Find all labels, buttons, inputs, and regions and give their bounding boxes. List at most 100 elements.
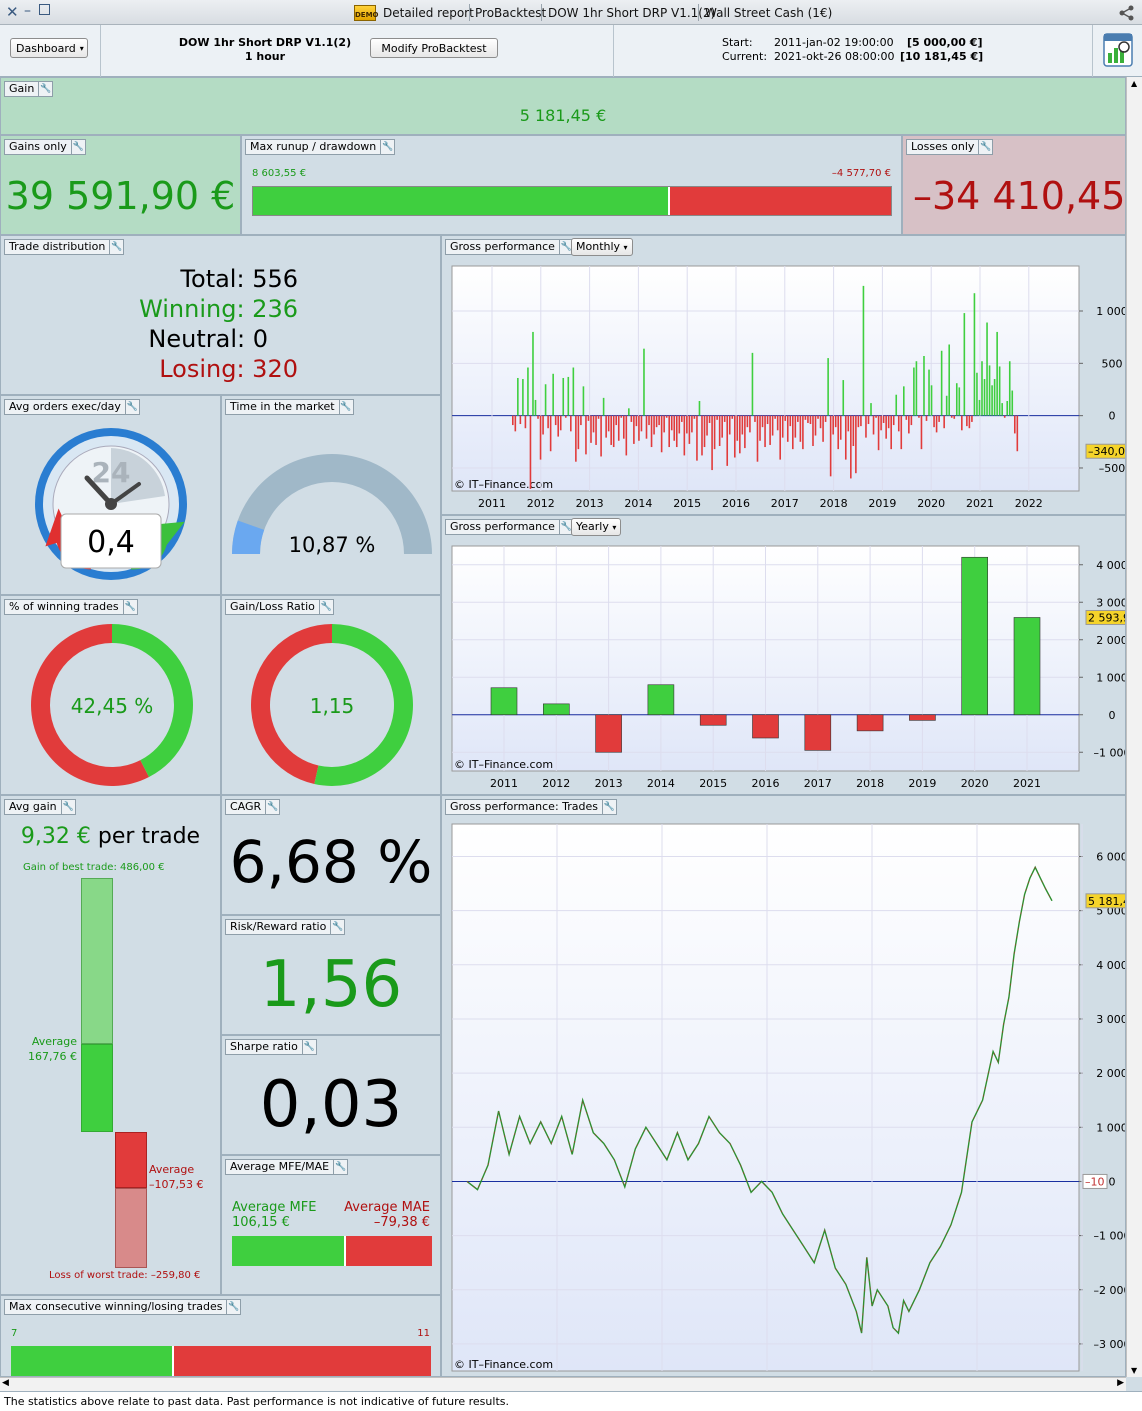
x-tick-label: 2018	[856, 777, 884, 790]
monthly-bar	[746, 415, 749, 428]
avg-orders-panel: Avg orders exec/day 🔧 24 0,4	[0, 395, 221, 595]
wrench-icon[interactable]: 🔧	[978, 140, 992, 154]
share-icon[interactable]	[1118, 4, 1136, 22]
monthly-bar	[663, 415, 665, 433]
monthly-bar	[860, 415, 862, 427]
monthly-bar	[665, 415, 668, 418]
monthly-bar	[678, 415, 681, 434]
cagr-panel: CAGR 🔧 6,68 %	[221, 795, 441, 915]
monthly-bar	[930, 385, 933, 416]
wrench-icon[interactable]: 🔧	[226, 1300, 240, 1314]
monthly-bar	[751, 352, 754, 416]
monthly-bar	[834, 415, 837, 428]
wrench-icon[interactable]: 🔧	[330, 920, 344, 934]
dashboard-dropdown[interactable]: Dashboard ▾	[10, 38, 88, 58]
monthly-bar	[517, 377, 519, 416]
last-value-tag: 2 593,9	[1085, 609, 1125, 625]
tab-probacktest[interactable]: ProBacktest	[475, 6, 546, 20]
monthly-bar	[900, 415, 903, 450]
monthly-bar	[582, 386, 585, 416]
wrench-icon[interactable]: 🔧	[122, 600, 137, 614]
tab-instrument[interactable]: Wall Street Cash (1€)	[705, 6, 832, 20]
monthly-bar	[645, 415, 648, 439]
x-tick-label: 2015	[673, 497, 701, 510]
horizontal-scrollbar[interactable]: ◀ ▶	[0, 1377, 1126, 1391]
monthly-bar	[958, 387, 961, 416]
report-icon[interactable]	[1103, 33, 1133, 67]
worst-trade-bar	[115, 1188, 147, 1268]
y-tick-label: –3 000	[1094, 1338, 1127, 1351]
gain-value: 5 181,45 €	[519, 106, 607, 125]
monthly-bar	[688, 415, 691, 444]
x-tick-label: 2013	[576, 497, 604, 510]
modify-probacktest-button[interactable]: Modify ProBacktest	[370, 38, 498, 58]
wrench-icon[interactable]: 🔧	[333, 1160, 347, 1174]
monthly-bar	[736, 415, 739, 441]
monthly-bar	[890, 415, 892, 450]
monthly-bar	[925, 415, 928, 421]
monthly-bar	[703, 415, 706, 448]
monthly-bar	[923, 356, 925, 416]
runup-drawdown-bar	[252, 186, 892, 216]
yearly-bar	[595, 714, 622, 753]
monthly-bar	[514, 415, 517, 432]
y-tick-label: 2 000	[1096, 634, 1126, 647]
monthly-bar	[895, 394, 898, 416]
monthly-bar	[592, 415, 595, 433]
trades-equity-chart: –3 000 –2 000 –1 000 0 1 000 2 000 3 000 4 000 5…	[451, 823, 1127, 1372]
mfe-label: Average MFE	[232, 1200, 317, 1215]
mae-label: Average MAE	[344, 1200, 430, 1215]
tab-detailed-report[interactable]: Detailed report	[383, 6, 474, 20]
yearly-bar	[909, 714, 936, 721]
wrench-icon[interactable]: 🔧	[301, 1040, 316, 1054]
x-tick-label: 2018	[820, 497, 848, 510]
mfe-mae-bar	[232, 1236, 432, 1266]
wrench-icon[interactable]: 🔧	[124, 400, 139, 414]
current-capital: [10 181,45 €]	[900, 50, 984, 63]
wrench-icon[interactable]: 🔧	[265, 800, 279, 814]
close-icon[interactable]: ✕	[6, 3, 19, 21]
plot-area	[451, 265, 1080, 492]
monthly-bar	[557, 415, 560, 437]
monthly-bar	[668, 415, 671, 448]
wrench-icon[interactable]: 🔧	[60, 800, 75, 814]
wrench-icon[interactable]: 🔧	[338, 400, 353, 414]
monthly-bar	[794, 415, 797, 438]
monthly-bar	[993, 379, 996, 416]
monthly-bar	[590, 415, 592, 443]
monthly-bar	[617, 415, 620, 441]
x-tick-label: 2012	[527, 497, 555, 510]
wrench-icon[interactable]: 🔧	[109, 240, 123, 254]
monthly-bar	[855, 415, 857, 474]
monthly-bar	[610, 415, 612, 445]
y-tick-label: 3 000	[1096, 1013, 1126, 1026]
minimize-icon[interactable]: –	[24, 3, 31, 19]
vertical-scrollbar[interactable]: ▲ ▼	[1126, 77, 1142, 1377]
x-tick-label: 2017	[771, 497, 799, 510]
wrench-icon[interactable]: 🔧	[38, 82, 52, 96]
wrench-icon[interactable]: 🔧	[70, 140, 85, 154]
monthly-bar	[723, 415, 726, 422]
monthly-bar	[875, 415, 877, 418]
wrench-icon[interactable]: 🔧	[318, 600, 333, 614]
wrench-icon[interactable]: 🔧	[380, 140, 394, 154]
monthly-bar	[882, 415, 885, 423]
risk-reward-panel: Risk/Reward ratio 🔧 1,56	[221, 915, 441, 1035]
zero-value-tag: –10	[1082, 1173, 1108, 1189]
tab-strategy[interactable]: DOW 1hr Short DRP V1.1(2)	[548, 6, 715, 20]
monthly-bar	[764, 415, 766, 448]
maximize-icon[interactable]	[39, 4, 50, 15]
monthly-bar	[892, 415, 895, 426]
chart-credit: © IT–Finance.com	[454, 478, 553, 491]
y-tick-label: 1 000	[1096, 305, 1126, 318]
monthly-bar	[920, 415, 923, 450]
monthly-bar	[986, 322, 988, 416]
average-loss-label: Average	[149, 1163, 195, 1176]
avg-orders-value: 0,4	[87, 525, 135, 560]
monthly-bar	[908, 415, 910, 434]
monthly-bar	[940, 350, 943, 416]
monthly-bar	[880, 415, 882, 431]
monthly-bar	[837, 415, 840, 450]
y-tick-label: 3 000	[1096, 596, 1126, 609]
monthly-bar	[776, 415, 779, 431]
